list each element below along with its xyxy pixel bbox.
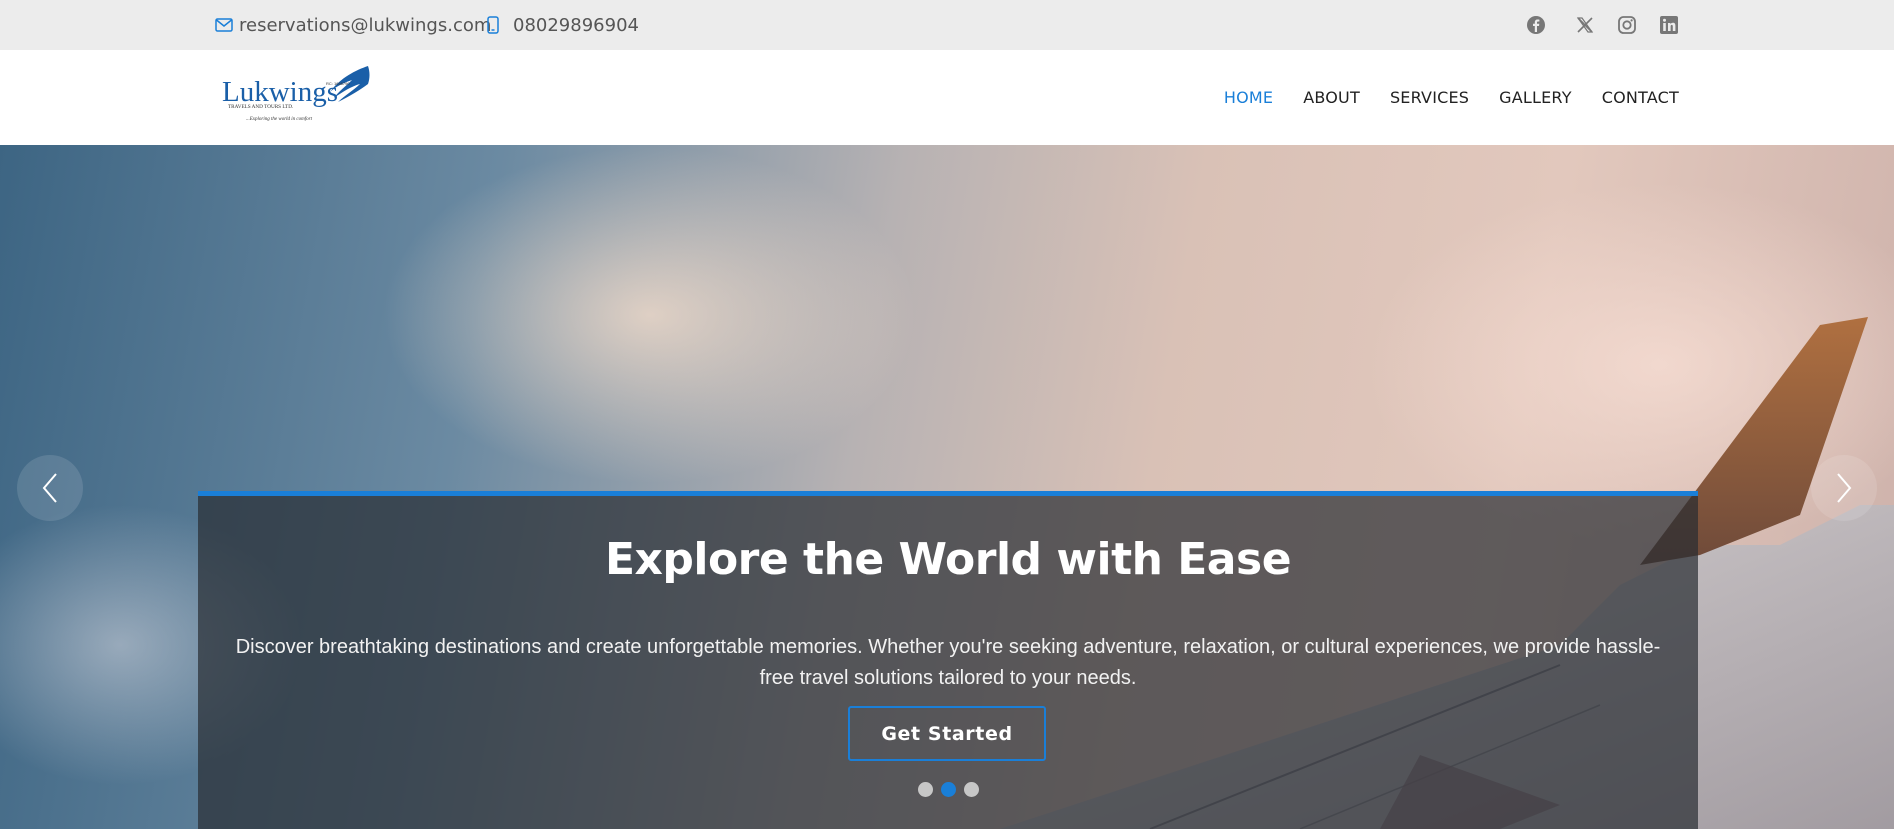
get-started-button[interactable]: Get Started [848, 706, 1046, 761]
chevron-right-icon [1837, 473, 1852, 503]
top-bar: reservations@lukwings.com 08029896904 [0, 0, 1894, 50]
site-header: Lukwings RC: 1658790 TRAVELS AND TOURS L… [0, 50, 1894, 145]
main-nav: HOME ABOUT SERVICES GALLERY CONTACT [1194, 50, 1679, 145]
phone-link[interactable]: 08029896904 [487, 0, 639, 50]
hero-description: Discover breathtaking destinations and c… [235, 636, 1661, 689]
nav-home[interactable]: HOME [1224, 88, 1273, 107]
carousel-dot-1[interactable] [918, 782, 933, 797]
chevron-left-icon [42, 473, 57, 503]
email-text: reservations@lukwings.com [239, 14, 492, 36]
logo-tagline: ...Exploring the world in comfort [246, 117, 313, 122]
facebook-icon[interactable] [1524, 13, 1548, 37]
nav-contact[interactable]: CONTACT [1602, 88, 1679, 107]
linkedin-icon[interactable] [1657, 13, 1681, 37]
site-logo[interactable]: Lukwings RC: 1658790 TRAVELS AND TOURS L… [218, 64, 380, 128]
nav-gallery[interactable]: GALLERY [1499, 88, 1572, 107]
instagram-icon[interactable] [1615, 13, 1639, 37]
logo-reg: RC: 1658790 [326, 81, 350, 86]
carousel-prev-button[interactable] [17, 455, 83, 521]
nav-services[interactable]: SERVICES [1390, 88, 1469, 107]
carousel-dot-3[interactable] [964, 782, 979, 797]
phone-icon [487, 16, 499, 34]
envelope-icon [215, 18, 233, 32]
carousel-dot-2[interactable] [941, 782, 956, 797]
carousel-next-button[interactable] [1811, 455, 1877, 521]
hero-caption: Explore the World with Ease Discover bre… [198, 491, 1698, 829]
logo-subtitle: TRAVELS AND TOURS LTD. [228, 104, 293, 110]
hero-title: Explore the World with Ease [604, 534, 1292, 585]
carousel-indicators [918, 782, 979, 797]
x-icon[interactable] [1573, 13, 1597, 37]
email-link[interactable]: reservations@lukwings.com [215, 0, 491, 50]
phone-text: 08029896904 [513, 14, 639, 36]
hero-carousel: Explore the World with Ease Discover bre… [0, 145, 1894, 829]
nav-about[interactable]: ABOUT [1303, 88, 1360, 107]
